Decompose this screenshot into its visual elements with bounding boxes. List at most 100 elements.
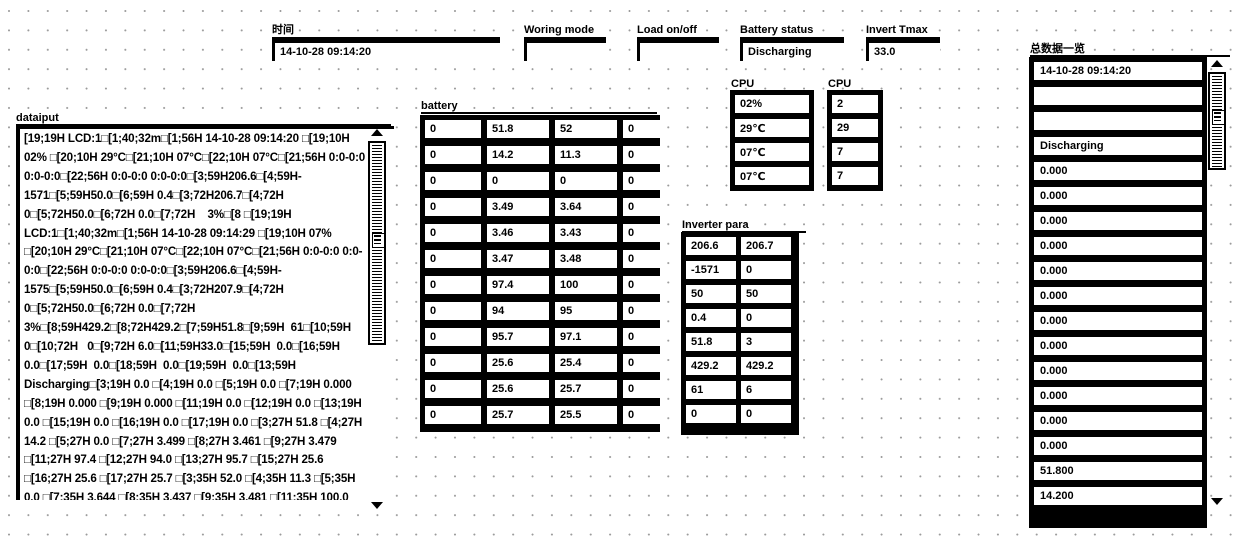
summary-cell-r15-c0[interactable]: 0.000 (1034, 437, 1202, 455)
summary-cell-r10-c0[interactable]: 0.000 (1034, 312, 1202, 330)
battery-cell-r7-c1[interactable]: 94 (487, 302, 549, 320)
battery-cell-r5-c1[interactable]: 3.47 (487, 250, 549, 268)
battery-cell-r1-c0[interactable]: 0 (425, 146, 481, 164)
battery-cell-r3-c0[interactable]: 0 (425, 198, 481, 216)
inverter-cell-r3-c1[interactable]: 0 (741, 309, 791, 327)
battery-cell-r10-c0[interactable]: 0 (425, 380, 481, 398)
scroll-up-arrow-icon[interactable] (1211, 60, 1223, 67)
dataiput-scroll-grip[interactable] (372, 233, 385, 248)
battery-cell-r8-c1[interactable]: 95.7 (487, 328, 549, 346)
battery-cell-r9-c2[interactable]: 25.4 (555, 354, 617, 372)
battery-cell-r0-c3[interactable]: 0 (623, 120, 667, 138)
battery-cell-r5-c2[interactable]: 3.48 (555, 250, 617, 268)
battery-cell-r0-c1[interactable]: 51.8 (487, 120, 549, 138)
summary-cell-r14-c0[interactable]: 0.000 (1034, 412, 1202, 430)
summary-array[interactable]: 14-10-28 09:14:20 Discharging 0.000 0.000 0.… (1029, 57, 1207, 528)
battery-cell-r9-c3[interactable]: 0 (623, 354, 667, 372)
cpu1-array[interactable]: 02% 29℃ 07℃ 07℃ (730, 90, 814, 191)
cpu2-cell-r0-c0[interactable]: 2 (832, 95, 878, 113)
inverter-cell-r1-c0[interactable]: -1571 (686, 261, 736, 279)
battery-cell-r6-c0[interactable]: 0 (425, 276, 481, 294)
battery-cell-r6-c1[interactable]: 97.4 (487, 276, 549, 294)
battery-cell-r9-c0[interactable]: 0 (425, 354, 481, 372)
inverter-cell-r0-c1[interactable]: 206.7 (741, 237, 791, 255)
battery-cell-r2-c2[interactable]: 0 (555, 172, 617, 190)
battery-cell-r4-c1[interactable]: 3.46 (487, 224, 549, 242)
inverter-cell-r5-c1[interactable]: 429.2 (741, 357, 791, 375)
summary-cell-r2-c0[interactable] (1034, 112, 1202, 130)
battery-cell-r4-c2[interactable]: 3.43 (555, 224, 617, 242)
inverter-cell-r2-c0[interactable]: 50 (686, 285, 736, 303)
cpu1-cell-r2-c0[interactable]: 07℃ (735, 143, 809, 161)
dataiput-scroll-track[interactable] (368, 141, 386, 345)
battery-cell-r9-c1[interactable]: 25.6 (487, 354, 549, 372)
battery-cell-r11-c0[interactable]: 0 (425, 406, 481, 424)
battery-cell-r2-c3[interactable]: 0 (623, 172, 667, 190)
battery-cell-r8-c0[interactable]: 0 (425, 328, 481, 346)
battery-cell-r11-c3[interactable]: 0 (623, 406, 667, 424)
battery-cell-r3-c2[interactable]: 3.64 (555, 198, 617, 216)
battery-cell-r8-c3[interactable]: 0 (623, 328, 667, 346)
inverter-cell-r6-c1[interactable]: 6 (741, 381, 791, 399)
battery-cell-r7-c2[interactable]: 95 (555, 302, 617, 320)
summary-cell-r0-c0[interactable]: 14-10-28 09:14:20 (1034, 62, 1202, 80)
battery-cell-r8-c2[interactable]: 97.1 (555, 328, 617, 346)
battery-cell-r1-c1[interactable]: 14.2 (487, 146, 549, 164)
summary-cell-r6-c0[interactable]: 0.000 (1034, 212, 1202, 230)
battery-array[interactable]: 0 51.8 52 0 0 14.2 11.3 0 0 0 0 0 0 3.49 3.64 0 0 3.46 3.4… (420, 115, 667, 432)
battery-cell-r1-c2[interactable]: 11.3 (555, 146, 617, 164)
summary-cell-r1-c0[interactable] (1034, 87, 1202, 105)
scroll-down-arrow-icon[interactable] (371, 502, 383, 509)
inverter-cell-r4-c0[interactable]: 51.8 (686, 333, 736, 351)
battery-cell-r3-c1[interactable]: 3.49 (487, 198, 549, 216)
summary-cell-r9-c0[interactable]: 0.000 (1034, 287, 1202, 305)
cpu1-cell-r0-c0[interactable]: 02% (735, 95, 809, 113)
inverter-cell-r6-c0[interactable]: 61 (686, 381, 736, 399)
inverter-cell-r3-c0[interactable]: 0.4 (686, 309, 736, 327)
battery-cell-r11-c1[interactable]: 25.7 (487, 406, 549, 424)
battery-cell-r3-c3[interactable]: 0 (623, 198, 667, 216)
battery-cell-r0-c0[interactable]: 0 (425, 120, 481, 138)
inverter-cell-r2-c1[interactable]: 50 (741, 285, 791, 303)
battery-cell-r6-c3[interactable]: 0 (623, 276, 667, 294)
inverter-cell-r7-c1[interactable]: 0 (741, 405, 791, 423)
inverter-cell-r7-c0[interactable]: 0 (686, 405, 736, 423)
battery-cell-r10-c3[interactable]: 0 (623, 380, 667, 398)
battery-cell-r2-c0[interactable]: 0 (425, 172, 481, 190)
summary-cell-r12-c0[interactable]: 0.000 (1034, 362, 1202, 380)
cpu1-cell-r1-c0[interactable]: 29℃ (735, 119, 809, 137)
battery-cell-r5-c3[interactable]: 0 (623, 250, 667, 268)
cpu2-cell-r3-c0[interactable]: 7 (832, 167, 878, 185)
inverter-para-array[interactable]: 206.6 206.7 -1571 0 50 50 0.4 0 51.8 3 429.2 429.2 6… (681, 232, 799, 435)
summary-cell-r8-c0[interactable]: 0.000 (1034, 262, 1202, 280)
summary-cell-r4-c0[interactable]: 0.000 (1034, 162, 1202, 180)
battery-cell-r6-c2[interactable]: 100 (555, 276, 617, 294)
dataiput-scrollbar[interactable] (368, 127, 390, 509)
cpu2-cell-r1-c0[interactable]: 29 (832, 119, 878, 137)
cpu1-cell-r3-c0[interactable]: 07℃ (735, 167, 809, 185)
dataiput-textarea[interactable]: [19;19H LCD:1□[1;40;32m□[1;56H 14-10-28 … (16, 126, 394, 500)
summary-scroll-grip[interactable] (1212, 110, 1225, 125)
inverter-cell-r5-c0[interactable]: 429.2 (686, 357, 736, 375)
battery-cell-r11-c2[interactable]: 25.5 (555, 406, 617, 424)
summary-cell-r13-c0[interactable]: 0.000 (1034, 387, 1202, 405)
summary-scrollbar[interactable] (1208, 58, 1230, 183)
summary-cell-r5-c0[interactable]: 0.000 (1034, 187, 1202, 205)
summary-cell-r11-c0[interactable]: 0.000 (1034, 337, 1202, 355)
summary-cell-r7-c0[interactable]: 0.000 (1034, 237, 1202, 255)
summary-cell-r16-c0[interactable]: 51.800 (1034, 462, 1202, 480)
battery-cell-r1-c3[interactable]: 0 (623, 146, 667, 164)
battery-cell-r10-c2[interactable]: 25.7 (555, 380, 617, 398)
summary-scroll-track[interactable] (1208, 72, 1226, 170)
battery-cell-r7-c3[interactable]: 0 (623, 302, 667, 320)
cpu2-array[interactable]: 2 29 7 7 (827, 90, 883, 191)
battery-cell-r7-c0[interactable]: 0 (425, 302, 481, 320)
summary-cell-r3-c0[interactable]: Discharging (1034, 137, 1202, 155)
summary-cell-r17-c0[interactable]: 14.200 (1034, 487, 1202, 505)
scroll-up-arrow-icon[interactable] (371, 129, 383, 136)
battery-cell-r10-c1[interactable]: 25.6 (487, 380, 549, 398)
inverter-cell-r4-c1[interactable]: 3 (741, 333, 791, 351)
scroll-down-arrow-icon[interactable] (1211, 498, 1223, 505)
battery-cell-r4-c3[interactable]: 0 (623, 224, 667, 242)
battery-cell-r5-c0[interactable]: 0 (425, 250, 481, 268)
